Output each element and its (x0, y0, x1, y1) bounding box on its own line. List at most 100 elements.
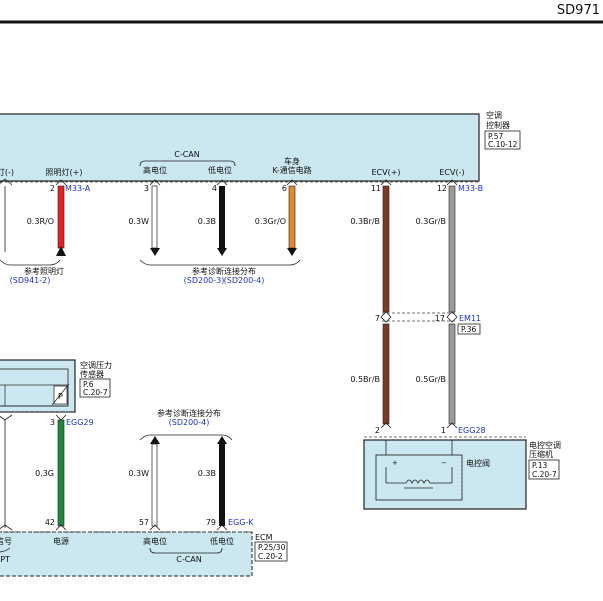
ac-controller-ref-c: C.10-12 (488, 140, 518, 149)
ac-connector-m33a: M33-A (65, 184, 91, 193)
ac-controller-name-2: 控制器 (486, 120, 510, 130)
comp-ref-p: P.13 (532, 461, 548, 470)
wire-spec-ecv-neg-top: 0.3Gr/B (416, 217, 446, 226)
lamp-ref-bracket (0, 259, 61, 266)
ref-lamp-title: 参考照明灯 (24, 266, 64, 276)
wire-k-line (288, 185, 296, 249)
ecm-pin-label-signal: 信号 (0, 536, 12, 546)
ac-connector-m33b: M33-B (458, 184, 483, 193)
em11-name: EM11 (459, 314, 481, 323)
sensor-name-1: 空调压力 (80, 360, 112, 370)
bottom-wires: 0.3G 参考诊断连接分布 (SD200-4) 0.3W 0.3B (4, 408, 233, 528)
ecm-name: ECM (255, 533, 273, 542)
ac-pin-label-lamp-pos: 照明灯(+) (46, 167, 83, 177)
wire-spec-sensor-power: 0.3G (35, 469, 54, 478)
ref-diag-top-code-2: (SD200-4) (224, 276, 265, 285)
arrow-ecm-can-low (217, 436, 227, 444)
ac-pin-11: 11 (371, 184, 381, 193)
em11-pin-7: 7 (375, 314, 380, 323)
wire-spec-can-low: 0.3B (198, 217, 216, 226)
wire-can-high (151, 185, 158, 249)
wire-spec-ecv-neg-mid: 0.5Gr/B (416, 375, 446, 384)
wire-spec-can-high: 0.3W (128, 217, 149, 226)
mid-wires: 0.5Br/B 0.5Gr/B (350, 323, 456, 425)
wire-lamp-pos (57, 185, 65, 249)
comp-name-2: 压缩机 (529, 449, 553, 459)
ac-pin-3: 3 (144, 184, 149, 193)
em11-connector: 7 17 EM11 P.36 (375, 311, 481, 335)
comp-pin-1: 1 (441, 426, 446, 435)
ac-controller-name-1: 空调 (486, 110, 502, 120)
ac-pin-label-ecv-pos: ECV(+) (371, 168, 400, 177)
ecm-pin-label-can-low: 低电位 (210, 536, 234, 546)
valve-label: 电控阀 (466, 458, 490, 468)
ecm-ref-p: P.25/30 (258, 543, 286, 552)
wire-ecm-can-high (151, 443, 158, 527)
comp-name-1: 电控空调 (529, 440, 561, 450)
pressure-symbol-letter: P (58, 392, 63, 401)
sensor-chevron-left (0, 414, 13, 421)
arrow-ecm-can-high (150, 436, 160, 444)
em11-pin-17: 17 (435, 314, 445, 323)
body-title-1: 车身 (284, 156, 300, 166)
body-title-2: K-通信电路 (272, 165, 311, 175)
em11-ref-p: P.36 (461, 325, 477, 334)
arrow-can-high (150, 248, 160, 256)
ac-pin-label-can-high: 高电位 (143, 165, 167, 175)
comp-connector: EGG28 (458, 426, 486, 435)
page-code: SD971 (557, 3, 600, 18)
valve-plus: + (392, 459, 398, 467)
sensor-connector: EGG29 (66, 418, 94, 427)
diag-ref-bracket-top (139, 259, 301, 266)
wire-spec-lamp: 0.3R/O (27, 217, 54, 226)
ac-pin-6: 6 (282, 184, 287, 193)
arrow-k-line (287, 248, 297, 256)
wire-can-low (219, 186, 225, 248)
ecm-pin-label-power: 电源 (53, 536, 69, 546)
sensor-pin-3: 3 (50, 418, 55, 427)
sensor-chevron-3 (55, 414, 67, 421)
arrow-lamp (56, 246, 66, 256)
wire-ecv-pos-mid (382, 323, 390, 425)
ref-diag-bottom-title: 参考诊断连接分布 (157, 408, 221, 418)
ecm-ref-c: C.20-2 (258, 552, 283, 561)
ecm-can-title: C-CAN (176, 555, 202, 564)
ac-pin-label-lamp-neg: 灯(-) (0, 167, 14, 177)
ref-diag-top-title: 参考诊断连接分布 (192, 266, 256, 276)
wiring-diagram: SD971 空调 控制器 P.57 C.10-12 C-CAN 车身 K-通信电… (0, 3, 603, 577)
top-wires: 0.3R/O 0.3W 0.3B 0.3Gr/O 0.3Br/B 0.3Gr/B… (0, 185, 456, 313)
wire-spec-k-line: 0.3Gr/O (255, 217, 286, 226)
ecm-connector: EGG-K (228, 518, 254, 527)
ac-controller: 空调 控制器 P.57 C.10-12 C-CAN 车身 K-通信电路 灯(-)… (0, 110, 521, 193)
pressure-sensor: P 空调压力 传感器 P.6 C.20-7 3 EGG29 (0, 359, 112, 427)
sensor-name-2: 传感器 (80, 369, 104, 379)
ac-pin-label-can-low: 低电位 (208, 165, 232, 175)
wire-sensor-power (57, 419, 65, 527)
ac-pin-12: 12 (437, 184, 447, 193)
ecm: 42 57 79 EGG-K 信号 电源 高电位 低电位 C-CAN LPT E… (0, 518, 288, 577)
ecm-pin-label-can-high: 高电位 (143, 536, 167, 546)
wire-ecv-neg-mid (448, 323, 456, 425)
sensor-ref-c: C.20-7 (83, 388, 108, 397)
compressor-box (363, 439, 527, 510)
valve-minus: − (441, 459, 447, 467)
comp-ref-c: C.20-7 (532, 470, 557, 479)
ecm-chevron-signal (0, 524, 13, 531)
ecm-pin-42: 42 (45, 518, 55, 527)
ac-pin-4: 4 (212, 184, 217, 193)
wire-spec-ecm-can-high: 0.3W (128, 469, 149, 478)
ecm-left-fragment: LPT (0, 555, 10, 564)
wire-spec-ecm-can-low: 0.3B (198, 469, 216, 478)
wire-spec-ecv-pos-top: 0.3Br/B (350, 217, 380, 226)
comp-pin-2: 2 (375, 426, 380, 435)
ecm-pin-57: 57 (139, 518, 149, 527)
wire-ecv-pos-top (382, 185, 390, 313)
ref-diag-bottom-code: (SD200-4) (169, 418, 210, 427)
ac-pin-2: 2 (50, 184, 55, 193)
ref-lamp-code: (SD941-2) (10, 276, 51, 285)
wire-ecv-neg-top (448, 185, 456, 313)
arrow-can-low (217, 248, 227, 256)
ac-pin-label-ecv-neg: ECV(-) (439, 168, 464, 177)
ref-diag-top-code-1: (SD200-3) (184, 276, 225, 285)
ecm-pin-79: 79 (206, 518, 216, 527)
